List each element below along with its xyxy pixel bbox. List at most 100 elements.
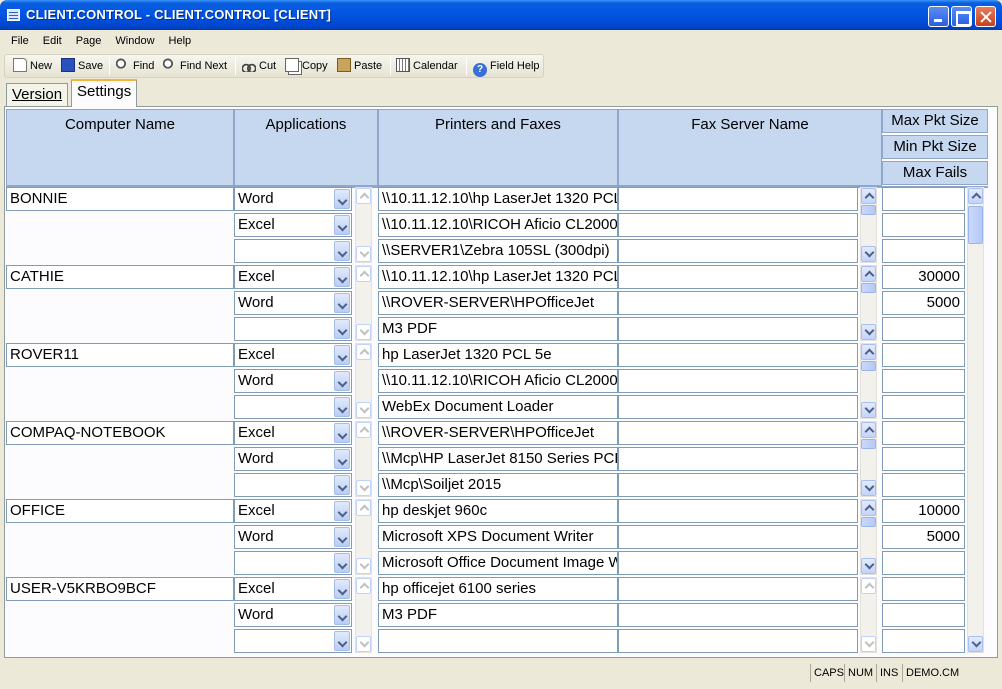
fax-server-field[interactable] (618, 577, 858, 601)
printer-field[interactable]: hp officejet 6100 series (378, 577, 618, 601)
printer-field[interactable]: Microsoft Office Document Image Writer (378, 551, 618, 575)
fax-server-field[interactable] (618, 447, 858, 471)
scroll-down-button[interactable] (356, 402, 371, 418)
fax-server-field[interactable] (618, 421, 858, 445)
printer-field[interactable]: \\10.11.12.10\hp LaserJet 1320 PCL 5e (378, 265, 618, 289)
printers-scrollbar[interactable] (860, 499, 877, 575)
application-select[interactable]: Excel (234, 577, 352, 601)
field-help-button[interactable]: ? Field Help (473, 57, 540, 77)
fax-server-field[interactable] (618, 473, 858, 497)
scroll-down-button[interactable] (861, 558, 876, 574)
menu-help[interactable]: Help (162, 31, 199, 53)
scroll-down-button[interactable] (356, 558, 371, 574)
application-select[interactable]: Excel (234, 213, 352, 237)
scroll-up-button[interactable] (861, 266, 876, 282)
scroll-down-button[interactable] (968, 636, 983, 652)
close-button[interactable] (975, 6, 996, 27)
scroll-down-button[interactable] (861, 480, 876, 496)
printers-scrollbar[interactable] (860, 577, 877, 653)
scroll-up-button[interactable] (356, 500, 371, 516)
fax-server-field[interactable] (618, 317, 858, 341)
scrollbar-thumb[interactable] (861, 361, 876, 371)
chevron-down-icon[interactable] (334, 371, 350, 391)
scroll-up-button[interactable] (861, 344, 876, 360)
chevron-down-icon[interactable] (334, 215, 350, 235)
scroll-down-button[interactable] (356, 480, 371, 496)
chevron-down-icon[interactable] (334, 397, 350, 417)
menu-window[interactable]: Window (108, 31, 161, 53)
scrollbar-thumb[interactable] (861, 439, 876, 449)
packet-setting-field[interactable] (882, 395, 965, 419)
fax-server-field[interactable] (618, 525, 858, 549)
scroll-down-button[interactable] (356, 246, 371, 262)
packet-setting-field[interactable]: 5000 (882, 525, 965, 549)
chevron-down-icon[interactable] (334, 501, 350, 521)
application-select[interactable] (234, 239, 352, 263)
menu-file[interactable]: File (4, 31, 36, 53)
chevron-down-icon[interactable] (334, 293, 350, 313)
scroll-up-button[interactable] (861, 500, 876, 516)
packet-setting-field[interactable] (882, 473, 965, 497)
find-next-button[interactable]: Find Next (163, 57, 227, 76)
application-select[interactable] (234, 473, 352, 497)
fax-server-field[interactable] (618, 629, 858, 653)
printer-field[interactable] (378, 629, 618, 653)
tab-settings[interactable]: Settings (71, 79, 138, 107)
applications-scrollbar[interactable] (355, 577, 372, 653)
chevron-down-icon[interactable] (334, 475, 350, 495)
printer-field[interactable]: \\ROVER-SERVER\HPOfficeJet (378, 291, 618, 315)
chevron-down-icon[interactable] (334, 319, 350, 339)
fax-server-field[interactable] (618, 213, 858, 237)
packet-setting-field[interactable] (882, 369, 965, 393)
application-select[interactable]: Word (234, 525, 352, 549)
printers-scrollbar[interactable] (860, 343, 877, 419)
fax-server-field[interactable] (618, 499, 858, 523)
minimize-button[interactable] (928, 6, 949, 27)
printer-field[interactable]: \\10.11.12.10\RICOH Aficio CL2000 (378, 369, 618, 393)
chevron-down-icon[interactable] (334, 241, 350, 261)
computer-name-field[interactable]: COMPAQ-NOTEBOOK (6, 421, 234, 445)
fax-server-field[interactable] (618, 265, 858, 289)
scroll-down-button[interactable] (356, 636, 371, 652)
computer-name-field[interactable]: ROVER11 (6, 343, 234, 367)
application-select[interactable] (234, 551, 352, 575)
application-select[interactable]: Word (234, 603, 352, 627)
chevron-down-icon[interactable] (334, 267, 350, 287)
maximize-button[interactable] (951, 6, 972, 27)
application-select[interactable]: Word (234, 291, 352, 315)
scroll-up-button[interactable] (968, 188, 983, 204)
application-select[interactable]: Excel (234, 421, 352, 445)
computer-name-field[interactable]: OFFICE (6, 499, 234, 523)
printer-field[interactable]: \\Mcp\HP LaserJet 8150 Series PCL (378, 447, 618, 471)
packet-setting-field[interactable]: 30000 (882, 265, 965, 289)
scroll-up-button[interactable] (356, 578, 371, 594)
chevron-down-icon[interactable] (334, 423, 350, 443)
applications-scrollbar[interactable] (355, 187, 372, 263)
printer-field[interactable]: \\SERVER1\Zebra 105SL (300dpi) (378, 239, 618, 263)
scrollbar-thumb[interactable] (861, 283, 876, 293)
scroll-up-button[interactable] (356, 266, 371, 282)
packet-setting-field[interactable] (882, 551, 965, 575)
fax-server-field[interactable] (618, 551, 858, 575)
applications-scrollbar[interactable] (355, 499, 372, 575)
fax-server-field[interactable] (618, 603, 858, 627)
paste-button[interactable]: Paste (337, 57, 382, 76)
fax-server-field[interactable] (618, 395, 858, 419)
packet-setting-field[interactable] (882, 577, 965, 601)
grid-vertical-scrollbar[interactable] (967, 187, 984, 653)
scroll-down-button[interactable] (861, 402, 876, 418)
application-select[interactable]: Excel (234, 265, 352, 289)
chevron-down-icon[interactable] (334, 449, 350, 469)
fax-server-field[interactable] (618, 369, 858, 393)
packet-setting-field[interactable]: 10000 (882, 499, 965, 523)
printer-field[interactable]: hp LaserJet 1320 PCL 5e (378, 343, 618, 367)
scroll-up-button[interactable] (356, 344, 371, 360)
chevron-down-icon[interactable] (334, 579, 350, 599)
packet-setting-field[interactable] (882, 317, 965, 341)
packet-setting-field[interactable] (882, 343, 965, 367)
scroll-up-button[interactable] (861, 188, 876, 204)
scroll-up-button[interactable] (861, 578, 876, 594)
application-select[interactable]: Word (234, 447, 352, 471)
application-select[interactable]: Excel (234, 499, 352, 523)
printers-scrollbar[interactable] (860, 421, 877, 497)
